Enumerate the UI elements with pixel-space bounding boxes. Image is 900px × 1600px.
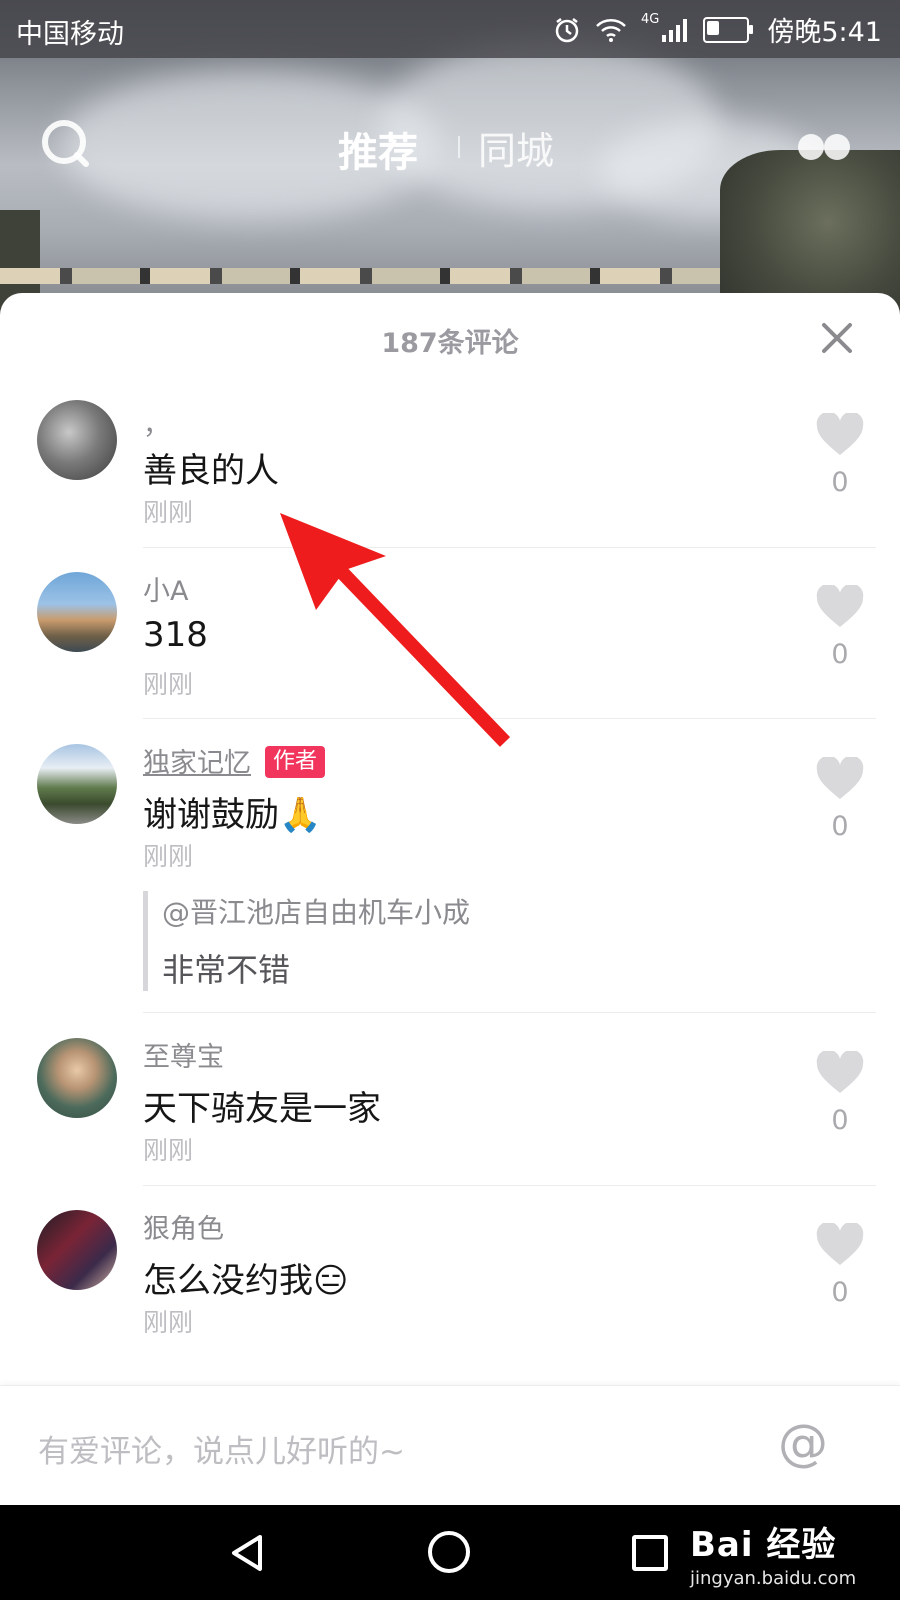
search-icon[interactable] bbox=[40, 118, 92, 170]
heart-icon[interactable] bbox=[815, 757, 865, 801]
wifi-icon bbox=[596, 18, 626, 42]
avatar[interactable] bbox=[37, 744, 117, 824]
reply-username[interactable]: @晋江池店自由机车小成 bbox=[162, 891, 862, 931]
home-icon[interactable] bbox=[428, 1531, 470, 1573]
close-icon[interactable] bbox=[818, 319, 856, 357]
signal-icon bbox=[662, 18, 688, 42]
heart-icon[interactable] bbox=[815, 1223, 865, 1267]
tab-separator bbox=[458, 136, 460, 158]
comment-text: 天下骑友是一家 bbox=[143, 1089, 381, 1129]
top-navigation: 推荐 同城 bbox=[0, 100, 900, 180]
comment-input[interactable]: 有爱评论，说点儿好听的~ bbox=[38, 1426, 405, 1471]
comment-time: 刚刚 bbox=[143, 1136, 194, 1165]
author-badge: 作者 bbox=[265, 746, 326, 778]
comment-username[interactable]: 至尊宝 bbox=[143, 1035, 224, 1074]
avatar[interactable] bbox=[37, 1038, 117, 1118]
avatar[interactable] bbox=[37, 1210, 117, 1290]
watermark-brand: Bai 经验 bbox=[690, 1525, 837, 1565]
comment-divider bbox=[143, 718, 876, 719]
battery-icon bbox=[703, 16, 754, 43]
system-nav-bar: Bai 经验 jingyan.baidu.com bbox=[0, 1505, 900, 1600]
comment-username[interactable]: 狠角色 bbox=[143, 1207, 224, 1246]
like-count: 0 bbox=[831, 1277, 849, 1308]
mention-at-icon[interactable]: @ bbox=[778, 1414, 828, 1472]
watermark: Bai 经验 jingyan.baidu.com bbox=[690, 1517, 856, 1589]
comment-text: 善良的人 bbox=[143, 451, 279, 491]
comment-text: 谢谢鼓励🙏 bbox=[143, 795, 322, 835]
comments-panel: 187条评论 ， 善良的人 刚刚 0 小A 318 刚刚 0 独家记忆 作者 谢谢… bbox=[0, 293, 900, 1505]
comment-username[interactable]: 小A bbox=[143, 569, 188, 608]
comment-divider bbox=[143, 1185, 876, 1186]
tab-recommended[interactable]: 推荐 bbox=[338, 120, 418, 178]
avatar[interactable] bbox=[37, 572, 117, 652]
comment-divider bbox=[143, 547, 876, 548]
recent-apps-icon[interactable] bbox=[632, 1535, 668, 1571]
quoted-reply: @晋江池店自由机车小成 非常不错 bbox=[143, 891, 862, 991]
status-bar: 中国移动 4G 傍晚5:41 bbox=[0, 0, 900, 58]
comment-text: 318 bbox=[143, 615, 208, 655]
clock: 傍晚5:41 bbox=[767, 17, 882, 48]
avatar[interactable] bbox=[37, 400, 117, 480]
comment-divider bbox=[143, 1012, 876, 1013]
network-type: 4G bbox=[641, 12, 660, 27]
carrier-label: 中国移动 bbox=[16, 19, 124, 50]
comment-time: 刚刚 bbox=[143, 1308, 194, 1337]
like-count: 0 bbox=[831, 811, 849, 842]
reply-text: 非常不错 bbox=[162, 951, 291, 989]
watermark-url: jingyan.baidu.com bbox=[690, 1568, 857, 1589]
comment-username[interactable]: ， bbox=[143, 403, 170, 442]
comments-count-title: 187条评论 bbox=[381, 328, 519, 359]
heart-icon[interactable] bbox=[815, 413, 865, 457]
tab-local[interactable]: 同城 bbox=[478, 120, 554, 175]
back-icon[interactable] bbox=[228, 1533, 268, 1573]
heart-icon[interactable] bbox=[815, 585, 865, 629]
comment-text: 怎么没约我😑 bbox=[143, 1261, 349, 1301]
heart-icon[interactable] bbox=[815, 1051, 865, 1095]
comment-username[interactable]: 独家记忆 bbox=[143, 748, 251, 779]
comment-time: 刚刚 bbox=[143, 498, 194, 527]
alarm-icon bbox=[555, 17, 579, 42]
comment-time: 刚刚 bbox=[143, 842, 194, 871]
comment-username-row: 独家记忆 作者 bbox=[143, 741, 326, 780]
comment-input-bar[interactable]: 有爱评论，说点儿好听的~ @ bbox=[0, 1385, 900, 1506]
like-count: 0 bbox=[831, 467, 849, 498]
more-dots-icon[interactable] bbox=[796, 128, 856, 162]
like-count: 0 bbox=[831, 639, 849, 670]
like-count: 0 bbox=[831, 1105, 849, 1136]
comment-time: 刚刚 bbox=[143, 670, 194, 699]
